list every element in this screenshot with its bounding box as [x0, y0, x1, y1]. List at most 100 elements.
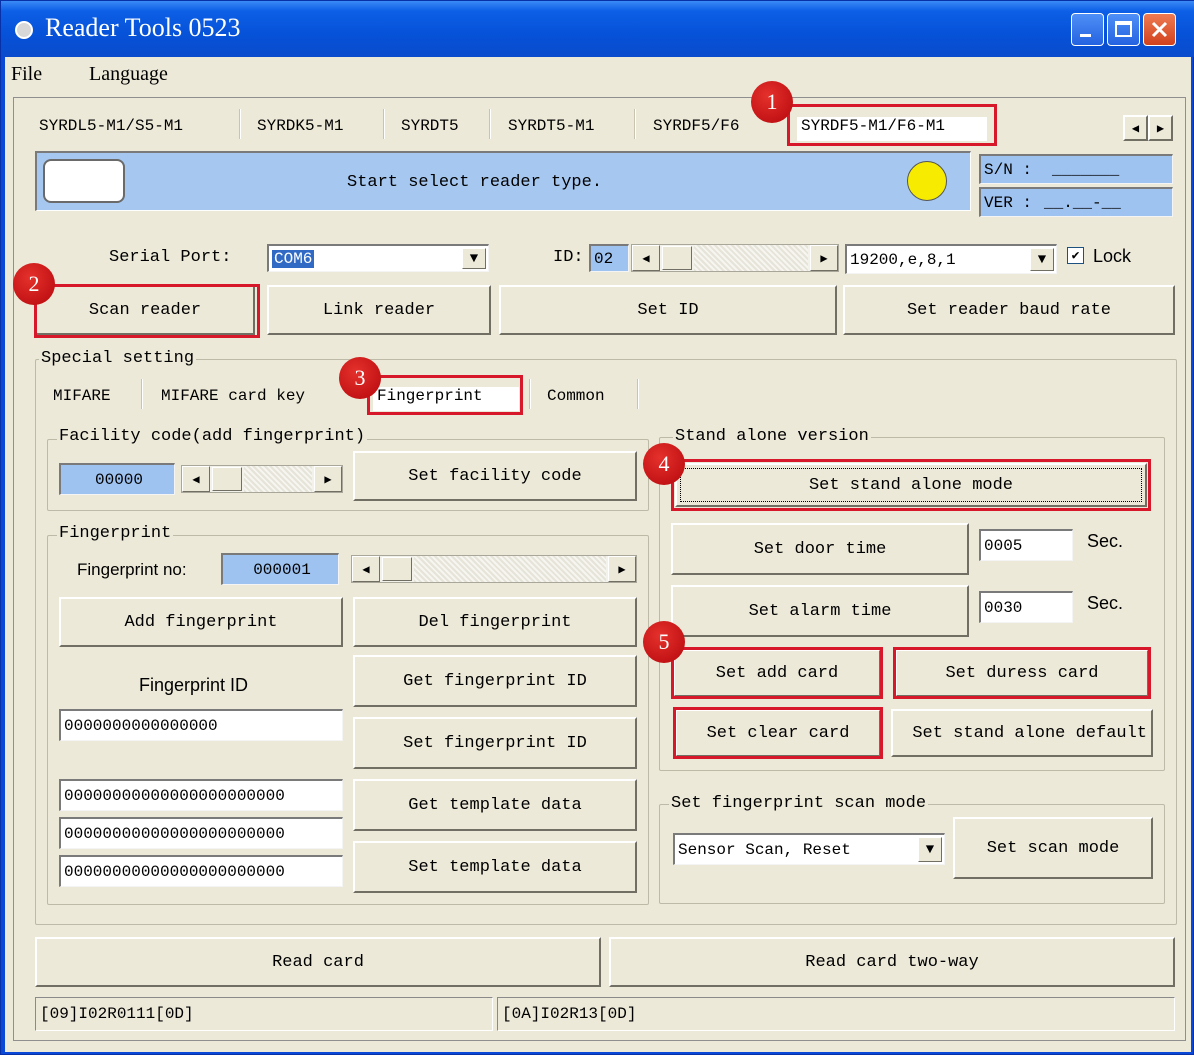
fingerprint-no-slider[interactable]: ◀ ▶: [351, 555, 637, 583]
tab-syrdt5[interactable]: SYRDT5: [401, 117, 459, 135]
set-facility-code-button[interactable]: Set facility code: [353, 451, 637, 501]
menu-file[interactable]: File: [11, 63, 42, 86]
status-message: Start select reader type.: [347, 173, 603, 192]
slider-right-button[interactable]: ▶: [810, 245, 838, 271]
slider-left-button[interactable]: ◀: [632, 245, 660, 271]
fingerprint-no-field: 000001: [221, 553, 339, 585]
tab-scroll-right[interactable]: ▶: [1148, 115, 1173, 141]
chevron-down-icon: ▼: [925, 841, 935, 858]
arrow-right-icon: ▶: [324, 472, 332, 487]
slider-left-button[interactable]: ◀: [182, 466, 210, 492]
set-door-time-button[interactable]: Set door time: [671, 523, 969, 575]
tab-syrdf5-m1[interactable]: SYRDF5-M1/F6-M1: [797, 117, 987, 141]
scan-reader-button[interactable]: Scan reader: [35, 285, 255, 335]
status-led-box: [43, 159, 125, 203]
serial-port-combo[interactable]: COM6 ▼: [267, 244, 489, 272]
fingerprint-title: Fingerprint: [57, 524, 174, 543]
scan-mode-combo[interactable]: Sensor Scan, Reset ▼: [673, 833, 945, 865]
add-fingerprint-button[interactable]: Add fingerprint: [59, 597, 343, 647]
slider-right-button[interactable]: ▶: [314, 466, 342, 492]
slider-left-button[interactable]: ◀: [352, 556, 380, 582]
read-card-two-way-button[interactable]: Read card two-way: [609, 937, 1175, 987]
annotation-badge: 2: [13, 263, 55, 305]
tab-separator: [529, 379, 531, 409]
tab-syrdt5-m1[interactable]: SYRDT5-M1: [508, 117, 594, 135]
read-card-button[interactable]: Read card: [35, 937, 601, 987]
set-scan-mode-button[interactable]: Set scan mode: [953, 817, 1153, 879]
slider-track: [414, 556, 606, 582]
set-stand-alone-mode-button[interactable]: Set stand alone mode: [675, 463, 1147, 507]
set-template-data-button[interactable]: Set template data: [353, 841, 637, 893]
del-fingerprint-button[interactable]: Del fingerprint: [353, 597, 637, 647]
tab-syrdf5[interactable]: SYRDF5/F6: [653, 117, 761, 135]
set-stand-alone-default-button[interactable]: Set stand alone default: [891, 709, 1153, 757]
set-add-card-button[interactable]: Set add card: [673, 649, 881, 697]
dropdown-arrow[interactable]: ▼: [462, 248, 486, 269]
tab-mifare-card-key[interactable]: MIFARE card key: [161, 387, 357, 405]
annotation-badge: 4: [643, 443, 685, 485]
alarm-time-field[interactable]: 0030: [979, 591, 1073, 623]
lock-label: Lock: [1093, 246, 1132, 266]
template-field-3[interactable]: 00000000000000000000000: [59, 855, 343, 887]
dropdown-arrow[interactable]: ▼: [1030, 248, 1054, 271]
tab-fingerprint[interactable]: Fingerprint: [373, 387, 519, 411]
minimize-button[interactable]: [1071, 13, 1104, 46]
tab-separator: [383, 109, 385, 139]
tab-separator: [637, 379, 639, 409]
baud-rate-value: 19200,e,8,1: [850, 250, 956, 269]
title-bar[interactable]: Reader Tools 0523: [1, 1, 1194, 57]
set-baud-rate-button[interactable]: Set reader baud rate: [843, 285, 1175, 335]
slider-thumb[interactable]: [212, 467, 242, 491]
id-label: ID:: [553, 248, 584, 267]
minimize-icon: [1080, 34, 1091, 37]
fingerprint-id-label: Fingerprint ID: [139, 675, 249, 695]
fingerprint-no-label: Fingerprint no:: [77, 560, 187, 579]
lock-checkbox[interactable]: ✔: [1067, 247, 1084, 264]
facility-code-field: 00000: [59, 463, 175, 495]
alarm-time-unit: Sec.: [1087, 593, 1124, 613]
window-title: Reader Tools 0523: [45, 13, 241, 42]
baud-rate-combo[interactable]: 19200,e,8,1 ▼: [845, 244, 1057, 274]
tab-syrdk5[interactable]: SYRDK5-M1: [257, 117, 343, 135]
tab-mifare[interactable]: MIFARE: [53, 387, 111, 405]
set-id-button[interactable]: Set ID: [499, 285, 837, 335]
menu-language[interactable]: Language: [89, 63, 168, 86]
maximize-button[interactable]: [1107, 13, 1140, 46]
dropdown-arrow[interactable]: ▼: [918, 837, 942, 862]
status-indicator-light: [907, 161, 947, 201]
arrow-left-icon: ◀: [362, 562, 370, 577]
facility-code-title: Facility code(add fingerprint): [57, 427, 368, 446]
chevron-down-icon: ▼: [1037, 251, 1047, 268]
annotation-badge: 1: [751, 81, 793, 123]
scan-mode-value: Sensor Scan, Reset: [678, 840, 851, 859]
ver-display: VER : __.__-__: [979, 187, 1173, 217]
close-button[interactable]: [1143, 13, 1176, 46]
set-fingerprint-id-button[interactable]: Set fingerprint ID: [353, 717, 637, 769]
status-display: Start select reader type.: [35, 151, 971, 211]
tab-scroll-left[interactable]: ◀: [1123, 115, 1148, 141]
get-template-data-button[interactable]: Get template data: [353, 779, 637, 831]
set-clear-card-button[interactable]: Set clear card: [675, 709, 881, 757]
template-field-1[interactable]: 00000000000000000000000: [59, 779, 343, 811]
get-fingerprint-id-button[interactable]: Get fingerprint ID: [353, 655, 637, 707]
id-slider[interactable]: ◀ ▶: [631, 244, 839, 272]
slider-thumb[interactable]: [382, 557, 412, 581]
tab-syrdl5[interactable]: SYRDL5-M1/S5-M1: [39, 117, 183, 135]
arrow-right-icon: ▶: [1156, 121, 1165, 136]
tab-common[interactable]: Common: [547, 387, 605, 405]
app-window: Reader Tools 0523 File Language SYRDL5-M…: [0, 0, 1194, 1055]
slider-thumb[interactable]: [662, 246, 692, 270]
set-alarm-time-button[interactable]: Set alarm time: [671, 585, 969, 637]
serial-port-value: COM6: [272, 249, 315, 268]
arrow-left-icon: ◀: [192, 472, 200, 487]
tab-separator: [489, 109, 491, 139]
slider-right-button[interactable]: ▶: [608, 556, 636, 582]
app-icon: [15, 21, 33, 39]
set-duress-card-button[interactable]: Set duress card: [895, 649, 1149, 697]
ver-label: VER :: [984, 193, 1033, 212]
template-field-2[interactable]: 00000000000000000000000: [59, 817, 343, 849]
door-time-field[interactable]: 0005: [979, 529, 1073, 561]
link-reader-button[interactable]: Link reader: [267, 285, 491, 335]
facility-code-slider[interactable]: ◀ ▶: [181, 465, 343, 493]
fingerprint-id-field[interactable]: 0000000000000000: [59, 709, 343, 741]
